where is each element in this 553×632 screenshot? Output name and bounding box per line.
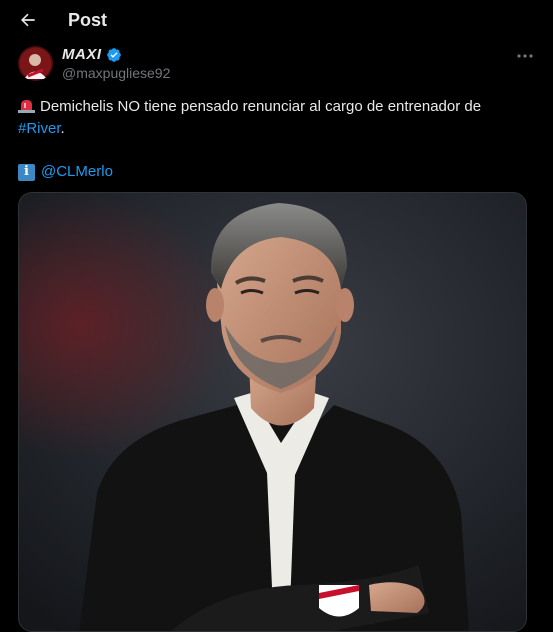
rotating-light-icon bbox=[18, 100, 35, 113]
back-button[interactable] bbox=[14, 6, 42, 34]
post-header: Post bbox=[0, 0, 553, 40]
avatar[interactable] bbox=[18, 46, 53, 81]
page-title: Post bbox=[68, 10, 108, 30]
tweet-text: Demichelis NO tiene pensado renunciar al… bbox=[18, 96, 518, 140]
verified-badge-icon bbox=[106, 47, 121, 62]
name-line: MAXI bbox=[62, 46, 122, 63]
arrow-left-icon bbox=[21, 13, 35, 27]
more-horizontal-icon bbox=[517, 54, 533, 58]
tweet-author: MAXI @maxpugliese92 bbox=[18, 44, 538, 84]
author-display-name[interactable]: MAXI bbox=[62, 46, 102, 63]
avatar-image bbox=[18, 46, 53, 81]
coach-photo bbox=[19, 193, 526, 631]
hashtag-link[interactable]: #River bbox=[18, 120, 61, 137]
mention-line: i @CLMerlo bbox=[18, 161, 113, 183]
more-options-button[interactable] bbox=[512, 46, 538, 66]
author-handle[interactable]: @maxpugliese92 bbox=[62, 65, 170, 81]
information-icon: i bbox=[18, 163, 35, 181]
tweet-text-end: . bbox=[60, 120, 65, 137]
mention-link[interactable]: @CLMerlo bbox=[41, 161, 113, 183]
tweet-text-body: Demichelis NO tiene pensado renunciar al… bbox=[40, 98, 482, 115]
tweet-media-image[interactable] bbox=[18, 192, 527, 632]
